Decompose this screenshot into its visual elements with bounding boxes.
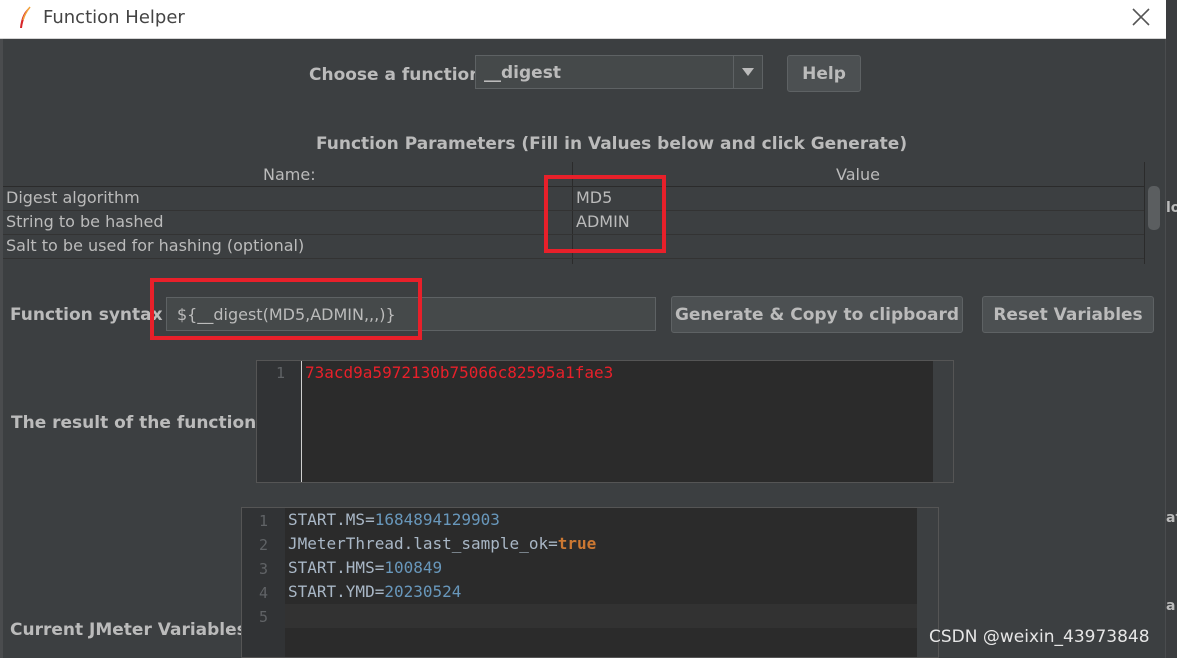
result-text: 73acd9a5972130b75066c82595a1fae3 [305, 363, 614, 382]
line-number: 1 [258, 512, 268, 530]
choose-function-label: Choose a function [309, 65, 482, 85]
variables-editor[interactable]: 1 START.MS=1684894129903 2 JMeterThread.… [241, 507, 939, 658]
variable-line: START.MS=1684894129903 [288, 510, 500, 529]
help-button[interactable]: Help [787, 55, 861, 92]
param-name: Salt to be used for hashing (optional) [6, 236, 305, 255]
selected-function: __digest [484, 63, 561, 83]
function-select[interactable]: __digest [475, 55, 763, 89]
variable-line: START.YMD=20230524 [288, 582, 462, 601]
column-header-name: Name: [263, 165, 316, 184]
background-window-edge: lo at a [1166, 0, 1177, 658]
current-line-highlight [285, 604, 917, 628]
line-number-gutter [242, 508, 285, 657]
result-label: The result of the function is [11, 413, 279, 433]
watermark: CSDN @weixin_43973848 [929, 627, 1150, 647]
result-editor[interactable]: 1 73acd9a5972130b75066c82595a1fae3 [256, 360, 954, 483]
variable-line: JMeterThread.last_sample_ok=true [288, 534, 597, 553]
highlight-box-values [544, 175, 666, 253]
scrollbar-thumb[interactable] [1148, 186, 1160, 230]
variable-line: START.HMS=100849 [288, 558, 443, 577]
table-scrollbar[interactable] [1144, 162, 1163, 264]
background-text-fragment: lo [1166, 200, 1177, 216]
dropdown-arrow-button[interactable] [733, 56, 762, 88]
highlight-box-syntax [150, 278, 422, 340]
chevron-down-icon [742, 68, 754, 76]
line-number: 5 [258, 608, 268, 626]
line-number: 1 [275, 364, 285, 382]
variables-label: Current JMeter Variables [10, 620, 247, 640]
line-number: 3 [258, 560, 268, 578]
background-text-fragment: a [1166, 598, 1176, 614]
function-helper-dialog: Choose a function __digest Help Function… [3, 39, 1165, 658]
function-syntax-label: Function syntax [10, 305, 163, 325]
background-text-fragment: at [1166, 510, 1177, 526]
generate-copy-button[interactable]: Generate & Copy to clipboard [671, 296, 963, 333]
param-name: String to be hashed [6, 212, 164, 231]
parameters-section-title: Function Parameters (Fill in Values belo… [316, 134, 908, 154]
param-name: Digest algorithm [6, 188, 140, 207]
column-header-value: Value [836, 165, 880, 184]
title-bar: Function Helper [0, 0, 1166, 39]
line-number: 4 [258, 584, 268, 602]
close-icon[interactable] [1128, 4, 1154, 30]
reset-variables-button[interactable]: Reset Variables [982, 296, 1154, 333]
editor-scrollbar[interactable] [933, 361, 953, 482]
feather-icon [20, 6, 31, 28]
window-title: Function Helper [43, 7, 185, 28]
line-number: 2 [258, 536, 268, 554]
